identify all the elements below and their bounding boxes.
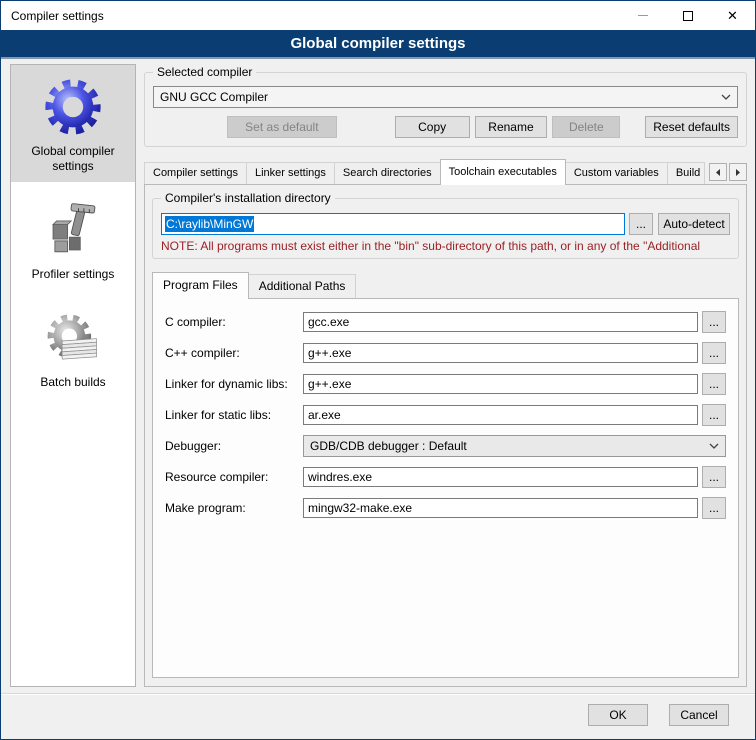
dialog-footer: OK Cancel	[1, 693, 755, 739]
compiler-select-value: GNU GCC Compiler	[160, 90, 717, 104]
tab-scroll-left-button[interactable]	[709, 163, 727, 181]
chevron-down-icon	[709, 443, 719, 449]
settings-tabbar: Compiler settings Linker settings Search…	[144, 157, 747, 184]
tab-scroll-right-button[interactable]	[729, 163, 747, 181]
sidebar-item-global-compiler-settings[interactable]: Global compiler settings	[11, 65, 135, 182]
caliper-cubes-icon	[41, 198, 105, 262]
toolchain-executables-panel: Compiler's installation directory C:\ray…	[144, 184, 747, 687]
ok-button[interactable]: OK	[588, 704, 648, 726]
maximize-icon	[683, 11, 693, 21]
linker-dynamic-input[interactable]	[303, 374, 698, 394]
reset-defaults-button[interactable]: Reset defaults	[645, 116, 738, 138]
make-program-input[interactable]	[303, 498, 698, 518]
compiler-select[interactable]: GNU GCC Compiler	[153, 86, 738, 108]
selected-compiler-group: Selected compiler GNU GCC Compiler Set a…	[144, 72, 747, 147]
install-dir-group: Compiler's installation directory C:\ray…	[152, 198, 739, 259]
c-compiler-browse-button[interactable]: ...	[702, 311, 726, 333]
sidebar-item-batch-builds[interactable]: Batch builds	[11, 296, 135, 398]
tab-search-directories[interactable]: Search directories	[334, 162, 441, 184]
gray-gear-papers-icon	[41, 306, 105, 370]
field-label: Linker for static libs:	[165, 408, 303, 422]
close-button[interactable]: ✕	[710, 1, 755, 30]
sidebar-item-label: Profiler settings	[32, 267, 115, 282]
tab-build-options[interactable]: Build	[667, 162, 705, 184]
cpp-compiler-browse-button[interactable]: ...	[702, 342, 726, 364]
close-icon: ✕	[727, 9, 738, 22]
linker-dynamic-browse-button[interactable]: ...	[702, 373, 726, 395]
install-dir-input[interactable]: C:\raylib\MinGW	[161, 213, 625, 235]
maximize-button[interactable]	[665, 1, 710, 30]
field-label: C compiler:	[165, 315, 303, 329]
install-dir-browse-button[interactable]: ...	[629, 213, 653, 235]
field-label: C++ compiler:	[165, 346, 303, 360]
window-title: Compiler settings	[1, 9, 104, 23]
rename-button[interactable]: Rename	[475, 116, 548, 138]
tab-linker-settings[interactable]: Linker settings	[246, 162, 335, 184]
sidebar-item-profiler-settings[interactable]: Profiler settings	[11, 188, 135, 290]
field-row-c-compiler: C compiler: ...	[165, 311, 726, 333]
toolchain-subtabbar: Program Files Additional Paths	[152, 273, 739, 298]
titlebar-drag-area[interactable]	[104, 1, 620, 30]
tab-custom-variables[interactable]: Custom variables	[565, 162, 668, 184]
chevron-down-icon	[721, 94, 731, 100]
field-label: Resource compiler:	[165, 470, 303, 484]
install-dir-legend: Compiler's installation directory	[161, 191, 335, 205]
subtab-program-files[interactable]: Program Files	[152, 272, 249, 299]
tab-scroll-controls	[709, 163, 747, 184]
minimize-button[interactable]	[620, 1, 665, 30]
copy-button[interactable]: Copy	[395, 116, 470, 138]
field-label: Make program:	[165, 501, 303, 515]
page-title: Global compiler settings	[1, 30, 755, 59]
selected-compiler-legend: Selected compiler	[153, 65, 256, 79]
linker-static-browse-button[interactable]: ...	[702, 404, 726, 426]
tab-compiler-settings[interactable]: Compiler settings	[144, 162, 247, 184]
settings-category-sidebar: Global compiler settings	[10, 64, 136, 687]
cpp-compiler-input[interactable]	[303, 343, 698, 363]
field-label: Linker for dynamic libs:	[165, 377, 303, 391]
cancel-button[interactable]: Cancel	[669, 704, 729, 726]
delete-button[interactable]: Delete	[552, 116, 620, 138]
titlebar: Compiler settings ✕	[1, 1, 755, 30]
field-row-linker-static: Linker for static libs: ...	[165, 404, 726, 426]
footer-divider	[1, 693, 755, 695]
resource-compiler-input[interactable]	[303, 467, 698, 487]
compiler-settings-dialog: Compiler settings ✕ Global compiler sett…	[0, 0, 756, 740]
triangle-right-icon	[734, 168, 742, 177]
debugger-select[interactable]: GDB/CDB debugger : Default	[303, 435, 726, 457]
field-label: Debugger:	[165, 439, 303, 453]
compiler-buttons-row: Set as default Copy Rename Delete Reset …	[153, 116, 738, 138]
set-as-default-button[interactable]: Set as default	[227, 116, 337, 138]
triangle-left-icon	[714, 168, 722, 177]
field-row-linker-dynamic: Linker for dynamic libs: ...	[165, 373, 726, 395]
make-program-browse-button[interactable]: ...	[702, 497, 726, 519]
resource-compiler-browse-button[interactable]: ...	[702, 466, 726, 488]
sidebar-item-label: Global compiler settings	[15, 144, 131, 174]
c-compiler-input[interactable]	[303, 312, 698, 332]
field-row-debugger: Debugger: GDB/CDB debugger : Default	[165, 435, 726, 457]
field-row-resource-compiler: Resource compiler: ...	[165, 466, 726, 488]
tab-toolchain-executables[interactable]: Toolchain executables	[440, 159, 566, 185]
program-files-panel: C compiler: ... C++ compiler: ... Linker…	[152, 298, 739, 678]
auto-detect-button[interactable]: Auto-detect	[658, 213, 730, 235]
blue-gear-icon	[41, 75, 105, 139]
install-dir-value: C:\raylib\MinGW	[165, 216, 254, 232]
linker-static-input[interactable]	[303, 405, 698, 425]
field-row-make-program: Make program: ...	[165, 497, 726, 519]
field-row-cpp-compiler: C++ compiler: ...	[165, 342, 726, 364]
debugger-select-value: GDB/CDB debugger : Default	[310, 439, 705, 453]
minimize-icon	[638, 15, 648, 16]
subtab-additional-paths[interactable]: Additional Paths	[248, 274, 357, 298]
sidebar-item-label: Batch builds	[40, 375, 105, 390]
install-dir-note: NOTE: All programs must exist either in …	[161, 239, 730, 253]
